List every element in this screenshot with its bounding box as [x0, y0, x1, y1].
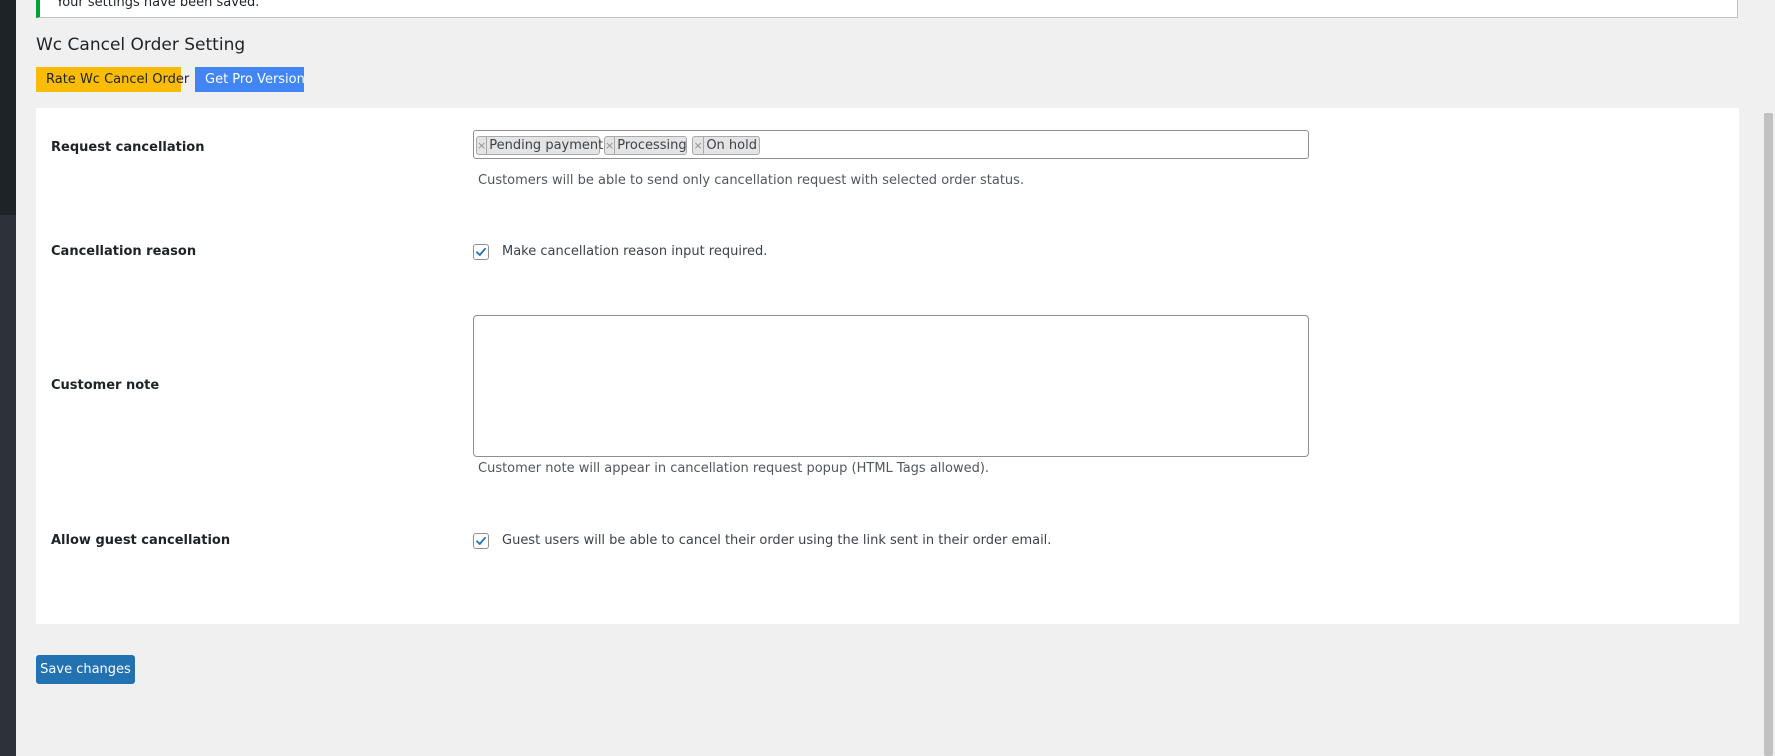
page-title: Wc Cancel Order Setting — [36, 35, 246, 55]
cancellation-reason-label: Cancellation reason — [51, 244, 197, 259]
admin-sidebar — [0, 0, 16, 756]
rate-plugin-button[interactable]: Rate Wc Cancel Order — [36, 67, 189, 92]
customer-note-textarea[interactable] — [473, 315, 1309, 457]
get-pro-version-button[interactable]: Get Pro Version — [195, 67, 305, 92]
customer-note-label: Customer note — [51, 378, 160, 393]
admin-menu — [0, 0, 16, 215]
request-cancellation-label: Request cancellation — [51, 140, 205, 155]
settings-saved-notice: Your settings have been saved. — [36, 0, 1738, 18]
scrollbar-thumb[interactable] — [1764, 113, 1773, 756]
status-chip: × Pending payment — [476, 136, 603, 155]
customer-note-description: Customer note will appear in cancellatio… — [478, 461, 990, 476]
settings-panel: Request cancellation × Pending payment ×… — [36, 108, 1739, 624]
save-changes-button[interactable]: Save changes — [36, 655, 135, 684]
cancellation-reason-checkbox[interactable] — [473, 244, 489, 260]
close-icon[interactable]: × — [477, 137, 488, 154]
status-chip: × On hold — [692, 136, 760, 155]
cancellation-reason-checkbox-label[interactable]: Make cancellation reason input required. — [502, 244, 767, 259]
guest-cancellation-checkbox[interactable] — [473, 533, 489, 549]
guest-cancellation-label: Allow guest cancellation — [51, 533, 231, 548]
close-icon[interactable]: × — [693, 137, 705, 154]
order-status-multiselect[interactable]: × Pending payment × Processing × On hold — [473, 130, 1309, 159]
chip-label: Processing — [617, 138, 687, 153]
guest-cancellation-checkbox-label[interactable]: Guest users will be able to cancel their… — [502, 533, 1051, 548]
checkmark-icon — [476, 247, 486, 256]
request-cancellation-description: Customers will be able to send only canc… — [478, 173, 1025, 188]
notice-text: Your settings have been saved. — [56, 0, 260, 10]
chip-label: On hold — [706, 138, 757, 153]
status-chip: × Processing — [604, 136, 687, 155]
checkmark-icon — [476, 536, 486, 545]
chip-label: Pending payment — [489, 138, 604, 153]
close-icon[interactable]: × — [605, 137, 616, 154]
